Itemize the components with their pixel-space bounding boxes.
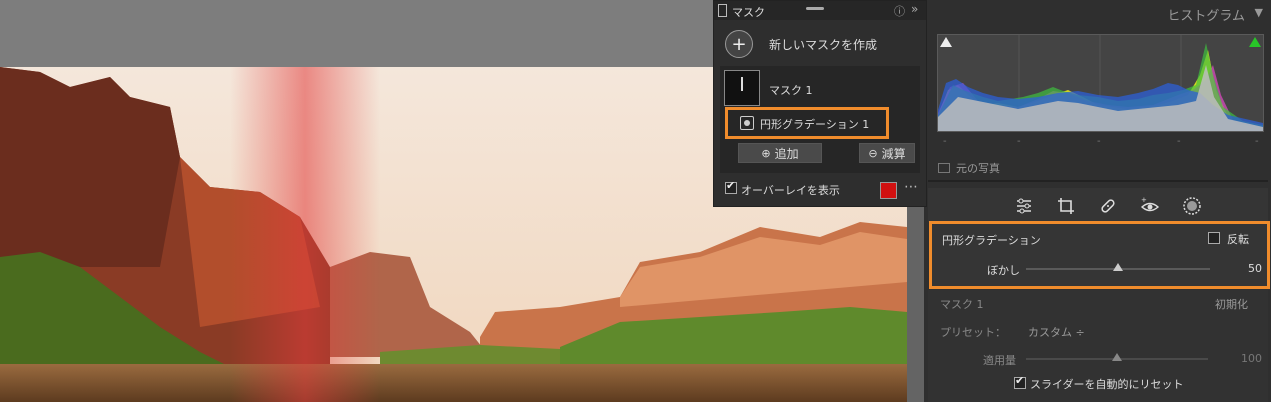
- subtract-icon: ⊖: [868, 146, 878, 160]
- amount-slider-thumb[interactable]: [1112, 353, 1122, 361]
- right-panel: ヒストグラム ▼ - - - - - 元の写真 + 円形グラデーション 反転 ぼ…: [924, 0, 1271, 402]
- amount-label: 適用量: [983, 354, 1016, 367]
- add-icon: ⊕: [761, 146, 771, 160]
- collapse-chevron-icon[interactable]: ▼: [1255, 6, 1263, 19]
- mask-title: マスク 1: [940, 298, 984, 311]
- more-options-icon[interactable]: ⋯: [904, 179, 918, 195]
- svg-text:+: +: [1141, 196, 1147, 204]
- divider: [928, 180, 1268, 182]
- preset-select[interactable]: カスタム ÷: [1028, 324, 1085, 340]
- subtract-button[interactable]: ⊖ 減算: [859, 143, 915, 163]
- reset-button[interactable]: 初期化: [1215, 296, 1248, 312]
- popup-title: マスク: [732, 6, 765, 19]
- photo-icon: [938, 163, 950, 173]
- original-photo-toggle[interactable]: 元の写真: [938, 160, 1000, 176]
- panel-icon: [718, 4, 727, 17]
- mask-item-label[interactable]: マスク 1: [769, 82, 813, 98]
- redeye-icon[interactable]: +: [1140, 196, 1160, 216]
- mask-settings: マスク 1 初期化 プリセット： カスタム ÷ 適用量 100 スライダーを自動…: [928, 290, 1268, 402]
- heal-icon[interactable]: [1098, 196, 1118, 216]
- histogram-title[interactable]: ヒストグラム: [1167, 5, 1245, 24]
- highlight-clip-icon[interactable]: [1249, 37, 1261, 47]
- adjust-icon[interactable]: [1014, 196, 1034, 216]
- mask-popup: マスク ⓘ » + 新しいマスクを作成 マスク 1 円形グラデーション 1 ⊕ …: [713, 0, 927, 207]
- preset-label: プリセット：: [940, 326, 1006, 339]
- shadow-clip-icon[interactable]: [940, 37, 952, 47]
- add-mask-icon[interactable]: +: [725, 30, 753, 58]
- histogram-graph: [938, 35, 1263, 131]
- popup-title-bar[interactable]: マスク ⓘ »: [714, 1, 926, 20]
- mask-thumbnail[interactable]: [724, 70, 760, 106]
- auto-reset-checkbox[interactable]: [1014, 374, 1026, 389]
- radial-icon[interactable]: [1182, 196, 1202, 216]
- highlight-gradient-settings: [929, 221, 1270, 289]
- histogram-chart: [937, 34, 1264, 132]
- overlay-color-swatch[interactable]: [880, 182, 897, 199]
- auto-reset-label[interactable]: スライダーを自動的にリセット: [1030, 376, 1184, 392]
- help-icon[interactable]: ⓘ: [894, 3, 905, 19]
- crop-icon[interactable]: [1056, 196, 1076, 216]
- drag-handle-icon[interactable]: [806, 7, 824, 10]
- overlay-label[interactable]: オーバーレイを表示: [741, 182, 840, 198]
- amount-value: 100: [1241, 352, 1262, 365]
- original-photo-label: 元の写真: [956, 162, 1000, 175]
- overlay-checkbox[interactable]: [725, 179, 737, 194]
- new-mask-label[interactable]: 新しいマスクを作成: [769, 36, 877, 53]
- tool-bar: +: [928, 188, 1268, 222]
- add-button[interactable]: ⊕ 追加: [738, 143, 822, 163]
- highlight-gradient-item: [725, 107, 889, 139]
- expand-icon[interactable]: »: [911, 2, 918, 16]
